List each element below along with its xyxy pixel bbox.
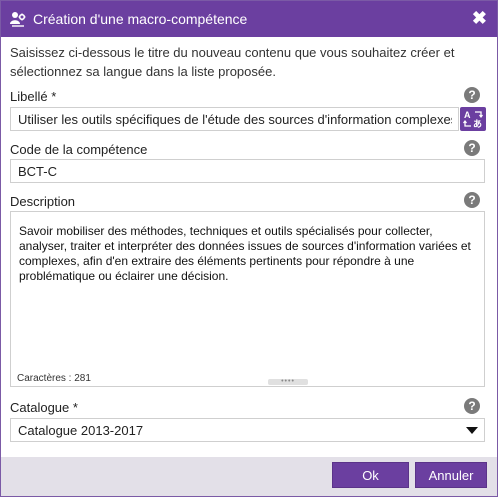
code-input[interactable]: BCT-C [10,159,485,183]
description-textarea[interactable]: Savoir mobiliser des méthodes, technique… [10,211,485,387]
translate-button[interactable]: A あ [460,107,486,131]
chevron-down-icon [466,427,478,434]
translate-icon: A あ [460,110,486,135]
catalogue-select[interactable]: Catalogue 2013-2017 [10,418,485,442]
dialog-title: Création d'une macro-compétence [33,11,248,27]
help-icon[interactable]: ? [464,140,480,156]
resize-handle[interactable]: •••• [268,378,308,385]
catalogue-label: Catalogue * [10,400,78,415]
cancel-button[interactable]: Annuler [415,462,487,488]
libelle-value: Utiliser les outils spécifiques de l'étu… [18,112,452,127]
help-icon[interactable]: ? [464,87,480,103]
help-icon[interactable]: ? [464,192,480,208]
description-label: Description [10,194,76,209]
ok-button[interactable]: Ok [332,462,409,488]
character-counter: Caractères : 281 [17,373,91,384]
code-label: Code de la compétence [10,142,148,157]
dialog-titlebar: Création d'une macro-compétence ✖ [1,1,497,37]
svg-text:あ: あ [473,119,482,129]
libelle-label: Libellé * [10,89,57,104]
create-macro-competence-dialog: Création d'une macro-compétence ✖ Saisis… [0,0,498,497]
libelle-input[interactable]: Utiliser les outils spécifiques de l'étu… [10,107,459,131]
close-icon[interactable]: ✖ [472,8,487,28]
code-value: BCT-C [18,164,57,179]
help-icon[interactable]: ? [464,398,480,414]
macro-competence-icon [9,10,27,28]
svg-text:A: A [464,110,471,120]
dialog-footer: Ok Annuler [1,457,497,496]
intro-text: Saisissez ci-dessous le titre du nouveau… [10,45,455,79]
catalogue-selected: Catalogue 2013-2017 [18,423,144,438]
description-value: Savoir mobiliser des méthodes, technique… [19,224,471,283]
